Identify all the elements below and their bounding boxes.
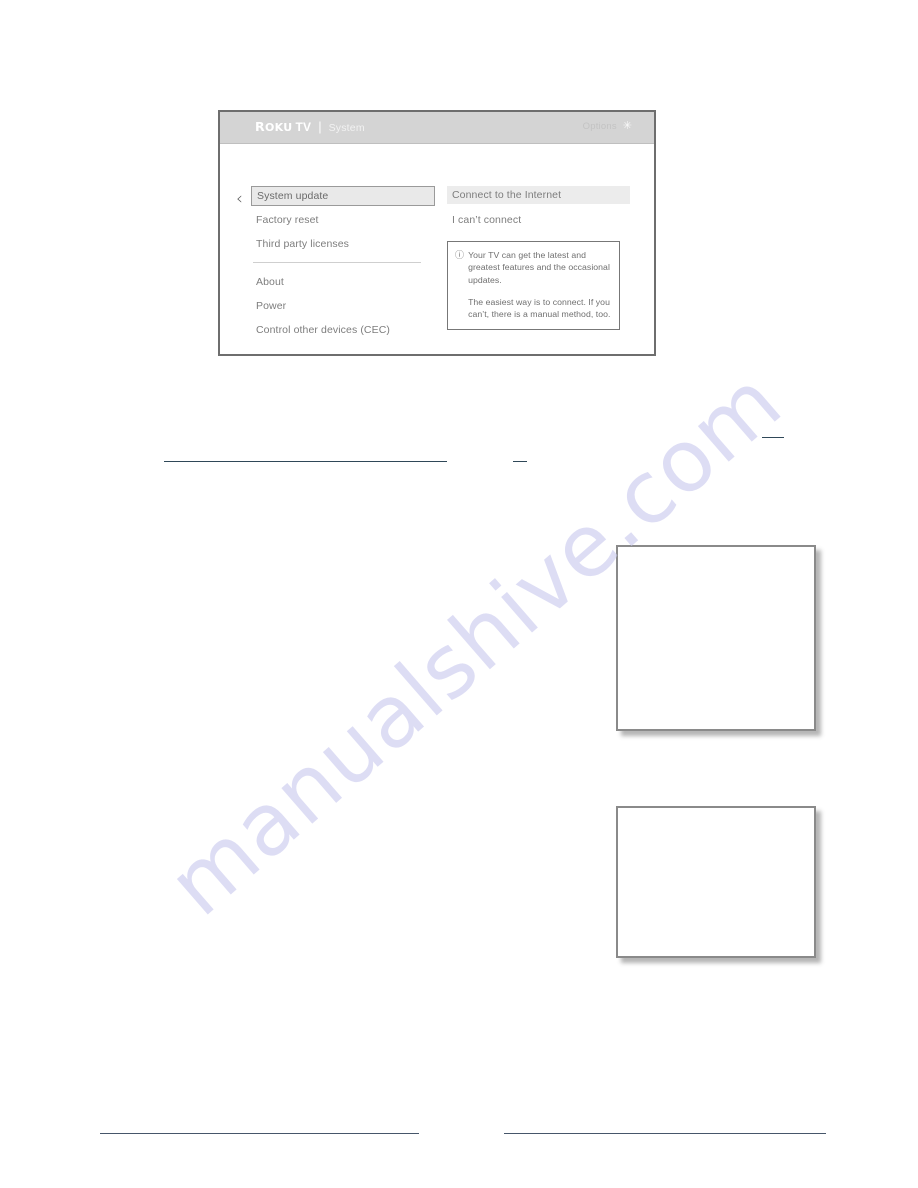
menu-item-about[interactable]: About bbox=[252, 276, 442, 288]
inline-link-rule[interactable] bbox=[762, 437, 784, 438]
menu-item-control-other-devices[interactable]: Control other devices (CEC) bbox=[252, 324, 442, 336]
placeholder-image-box bbox=[616, 806, 816, 958]
header-separator: | bbox=[318, 119, 322, 134]
roku-tv-screen-figure: ROKU TV | System Options ✳ ‹ System upda… bbox=[218, 110, 656, 356]
info-circle-icon: ⓘ bbox=[455, 250, 465, 260]
options-button[interactable]: Options ✳ bbox=[582, 120, 632, 133]
option-connect-to-the-internet[interactable]: Connect to the Internet bbox=[447, 186, 630, 204]
inline-link-rule[interactable] bbox=[164, 461, 447, 462]
tv-wordmark: TV bbox=[295, 120, 312, 134]
menu-item-factory-reset[interactable]: Factory reset bbox=[252, 214, 442, 226]
footer-link-rule[interactable] bbox=[100, 1133, 419, 1134]
roku-tv-logo: ROKU TV | System bbox=[255, 119, 365, 134]
back-chevron-icon[interactable]: ‹ bbox=[236, 191, 243, 208]
tip-paragraph-1: ⓘ Your TV can get the latest and greates… bbox=[455, 249, 611, 286]
tip-paragraph-1-text: Your TV can get the latest and greatest … bbox=[468, 250, 610, 285]
menu-item-third-party-licenses[interactable]: Third party licenses bbox=[252, 238, 442, 250]
roku-wordmark: ROKU bbox=[255, 119, 293, 134]
system-update-options-panel: Connect to the Internet I can’t connect … bbox=[447, 186, 637, 330]
tv-screen-body: ‹ System update Factory reset Third part… bbox=[220, 144, 654, 356]
placeholder-image-box bbox=[616, 545, 816, 731]
menu-item-power[interactable]: Power bbox=[252, 300, 442, 312]
tv-header-bar: ROKU TV | System Options ✳ bbox=[220, 112, 654, 144]
tip-paragraph-2-text: The easiest way is to connect. If you ca… bbox=[468, 297, 611, 320]
inline-link-rule[interactable] bbox=[513, 461, 527, 462]
options-label: Options bbox=[582, 121, 617, 132]
menu-divider bbox=[253, 262, 421, 263]
menu-item-system-update[interactable]: System update bbox=[251, 186, 435, 206]
option-i-cant-connect[interactable]: I can’t connect bbox=[447, 211, 637, 229]
star-icon: ✳ bbox=[622, 120, 632, 132]
tip-info-box: ⓘ Your TV can get the latest and greates… bbox=[447, 241, 620, 330]
footer-link-rule[interactable] bbox=[504, 1133, 826, 1134]
header-section-title: System bbox=[328, 122, 365, 134]
tip-paragraph-2: ⓘ The easiest way is to connect. If you … bbox=[455, 296, 611, 321]
settings-menu-list: System update Factory reset Third party … bbox=[251, 186, 442, 348]
